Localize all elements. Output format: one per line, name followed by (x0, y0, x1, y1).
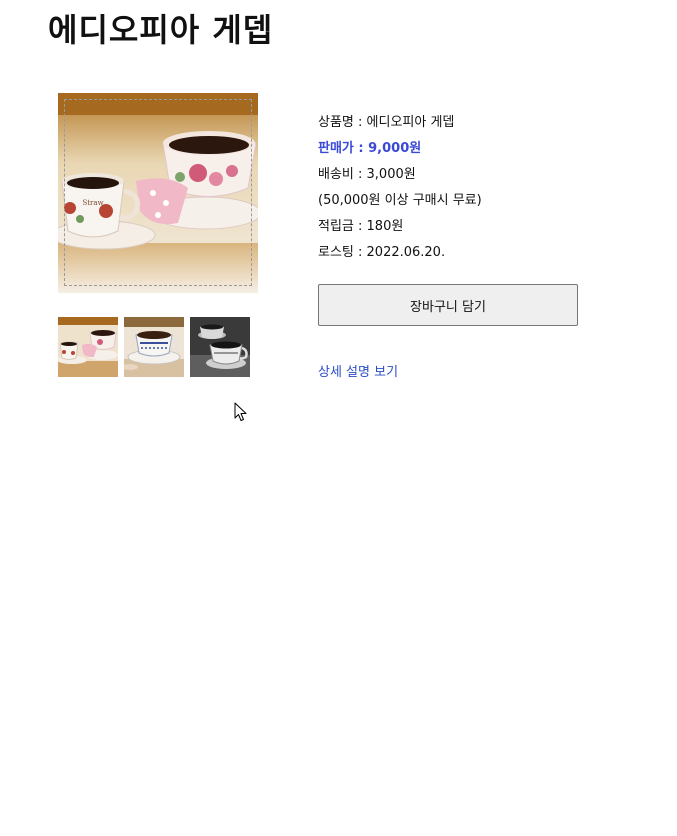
zoom-lens[interactable] (64, 99, 252, 286)
main-product-image[interactable]: Straw (58, 93, 258, 293)
coffee-cups-thumb-3-icon (190, 317, 250, 377)
product-name: 상품명 : 에디오피아 게뎁 (318, 115, 455, 130)
thumbnail-strip (58, 317, 250, 377)
coffee-cups-thumb-1-icon (58, 317, 118, 377)
roasting-date: 로스팅 : 2022.06.20. (318, 245, 446, 260)
view-details-link[interactable]: 상세 설명 보기 (318, 362, 398, 384)
page-title: 에디오피아 게뎁 (48, 11, 274, 49)
add-to-cart-button[interactable]: 장바구니 담기 (318, 284, 578, 326)
product-price: 판매가 : 9,000원 (318, 141, 422, 156)
free-shipping-note: (50,000원 이상 구매시 무료) (318, 193, 482, 208)
reward-points: 적립금 : 180원 (318, 219, 404, 234)
thumbnail-2[interactable] (124, 317, 184, 377)
shipping-fee: 배송비 : 3,000원 (318, 167, 416, 182)
coffee-cups-thumb-2-icon (124, 317, 184, 377)
thumbnail-1[interactable] (58, 317, 118, 377)
mouse-pointer-icon (234, 402, 247, 421)
thumbnail-3[interactable] (190, 317, 250, 377)
product-info: 상품명 : 에디오피아 게뎁 판매가 : 9,000원 배송비 : 3,000원… (318, 110, 482, 266)
